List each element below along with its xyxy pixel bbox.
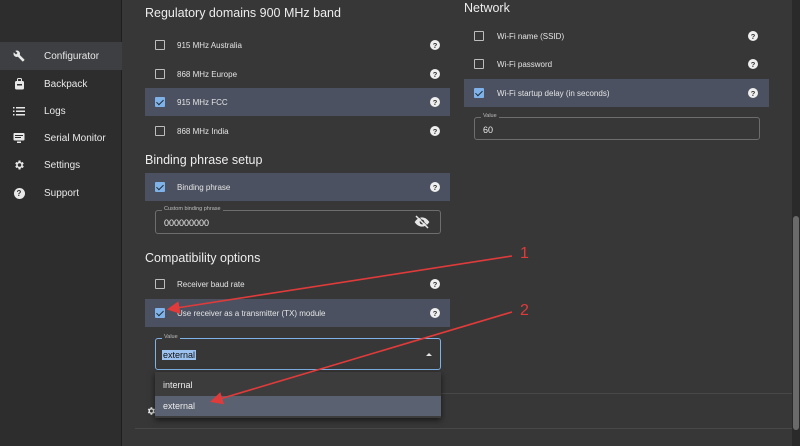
sidebar-item-label: Support <box>44 187 80 199</box>
help-icon[interactable]: ? <box>430 182 440 192</box>
binding-phrase-field[interactable]: Custom binding phrase 000000000 <box>155 206 441 234</box>
help-icon[interactable]: ? <box>430 126 440 136</box>
divider <box>441 393 792 394</box>
sidebar-item-label: Settings <box>44 159 81 171</box>
checkbox-label: Binding phrase <box>177 182 231 192</box>
select-value[interactable]: external <box>162 350 197 360</box>
wifi-delay-input[interactable]: 60 <box>483 125 493 135</box>
help-icon[interactable]: ? <box>430 279 440 289</box>
checkbox-row-wifi-ssid[interactable]: Wi-Fi name (SSID) ? <box>464 22 769 50</box>
help-icon[interactable]: ? <box>748 88 758 98</box>
checkbox[interactable] <box>155 182 165 192</box>
checkbox-label: 915 MHz Australia <box>177 40 242 50</box>
checkbox[interactable] <box>474 59 484 69</box>
sidebar-item-support[interactable]: ? Support <box>0 179 122 207</box>
sidebar-item-logs[interactable]: Logs <box>0 97 122 125</box>
tx-module-select[interactable]: Value external <box>155 334 441 370</box>
checkbox-label: Wi-Fi password <box>497 59 553 69</box>
annotation-number-1: 1 <box>520 245 529 262</box>
sidebar-item-configurator[interactable]: Configurator <box>0 42 122 70</box>
sidebar-item-settings[interactable]: Settings <box>0 151 122 179</box>
help-icon[interactable]: ? <box>430 69 440 79</box>
checkbox[interactable] <box>155 69 165 79</box>
section-title-regulatory: Regulatory domains 900 MHz band <box>145 6 341 20</box>
sidebar-item-label: Backpack <box>44 78 88 90</box>
sidebar-item-label: Serial Monitor <box>44 132 106 144</box>
checkbox[interactable] <box>155 126 165 136</box>
checkbox-row-receiver-as-tx[interactable]: Use receiver as a transmitter (TX) modul… <box>145 299 450 327</box>
help-icon[interactable]: ? <box>748 31 758 41</box>
checkbox-label: Receiver baud rate <box>177 279 245 289</box>
monitor-icon <box>13 132 25 144</box>
checkbox[interactable] <box>155 97 165 107</box>
checkbox-row-wifi-startup-delay[interactable]: Wi-Fi startup delay (in seconds) ? <box>464 79 769 107</box>
checkbox-label: 868 MHz India <box>177 126 229 136</box>
checkbox-label: Wi-Fi name (SSID) <box>497 31 565 41</box>
section-title-compat: Compatibility options <box>145 251 261 265</box>
checkbox[interactable] <box>155 279 165 289</box>
checkbox[interactable] <box>474 88 484 98</box>
checkbox[interactable] <box>155 40 165 50</box>
checkbox-row-wifi-password[interactable]: Wi-Fi password ? <box>464 50 769 78</box>
checkbox[interactable] <box>474 31 484 41</box>
field-legend: Custom binding phrase <box>162 206 223 212</box>
eye-off-icon[interactable] <box>414 214 430 234</box>
checkbox-row-915-australia[interactable]: 915 MHz Australia ? <box>145 31 450 59</box>
sidebar-item-label: Logs <box>44 105 66 117</box>
backpack-icon <box>13 78 25 90</box>
sidebar-item-label: Configurator <box>44 50 100 62</box>
checkbox-row-receiver-baud[interactable]: Receiver baud rate ? <box>145 270 450 298</box>
help-icon[interactable]: ? <box>430 308 440 318</box>
checkbox-label: 915 MHz FCC <box>177 97 228 107</box>
checkbox-row-868-india[interactable]: 868 MHz India ? <box>145 117 450 145</box>
scrollbar-thumb[interactable] <box>793 216 799 430</box>
checkbox-row-868-europe[interactable]: 868 MHz Europe ? <box>145 60 450 88</box>
help-icon[interactable]: ? <box>430 97 440 107</box>
wrench-icon <box>13 50 25 62</box>
select-dropdown-menu: internal external <box>155 372 441 418</box>
checkbox-label: 868 MHz Europe <box>177 69 238 79</box>
caret-up-icon[interactable] <box>426 353 432 356</box>
checkbox-label: Use receiver as a transmitter (TX) modul… <box>177 308 326 318</box>
field-legend: Value <box>162 334 180 340</box>
sidebar: Configurator Backpack Logs Serial Monito… <box>0 0 122 446</box>
checkbox-label: Wi-Fi startup delay (in seconds) <box>497 88 610 98</box>
checkbox-row-binding-phrase[interactable]: Binding phrase ? <box>145 173 450 201</box>
option-external[interactable]: external <box>155 396 441 416</box>
help-icon[interactable]: ? <box>430 40 440 50</box>
help-icon[interactable]: ? <box>748 59 758 69</box>
section-title-binding: Binding phrase setup <box>145 153 263 167</box>
field-legend: Value <box>481 113 499 119</box>
divider <box>135 428 792 429</box>
option-internal[interactable]: internal <box>155 375 441 395</box>
section-title-network: Network <box>464 1 510 15</box>
checkbox[interactable] <box>155 308 165 318</box>
list-icon <box>13 105 25 117</box>
wifi-delay-field[interactable]: Value 60 <box>474 113 760 140</box>
gear-icon <box>13 159 25 171</box>
annotation-number-2: 2 <box>520 302 529 319</box>
scrollbar[interactable] <box>792 0 800 446</box>
sidebar-item-backpack[interactable]: Backpack <box>0 70 122 98</box>
checkbox-row-915-fcc[interactable]: 915 MHz FCC ? <box>145 88 450 116</box>
help-circle-icon: ? <box>13 187 25 199</box>
sidebar-item-serial-monitor[interactable]: Serial Monitor <box>0 124 122 152</box>
binding-phrase-input[interactable]: 000000000 <box>164 218 209 228</box>
